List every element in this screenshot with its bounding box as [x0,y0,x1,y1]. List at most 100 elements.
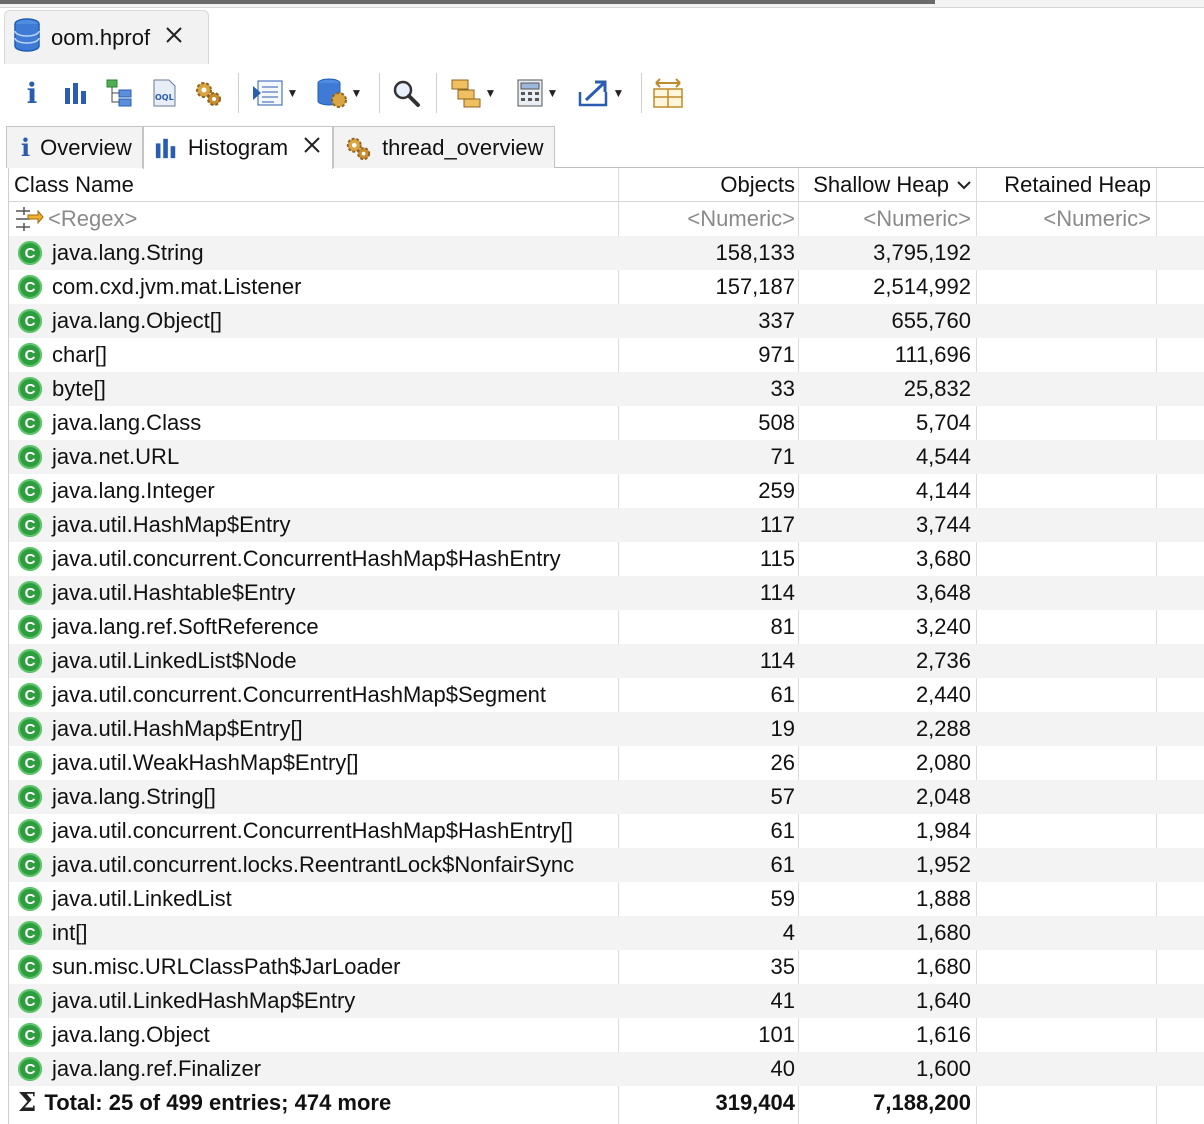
tab-histogram[interactable]: Histogram [142,126,334,169]
oql-button[interactable]: OQL [146,73,182,113]
toolbar-separator [238,73,239,113]
run-report-button[interactable]: ▼ [247,73,303,113]
header-shallow-heap[interactable]: Shallow Heap [799,168,975,202]
table-row[interactable]: Cjava.lang.Class 508 5,704 [9,406,1204,440]
objects-cell: 19 [770,716,795,741]
tab-overview[interactable]: i Overview [6,126,143,168]
retained-heap-cell [975,644,1155,678]
class-name-cell: Cjava.util.WeakHashMap$Entry[] [9,746,619,780]
retained-heap-cell [975,304,1155,338]
class-name-cell: Csun.misc.URLClassPath$JarLoader [9,950,619,984]
chevron-down-icon[interactable]: ▼ [613,86,625,100]
retained-heap-cell [975,916,1155,950]
search-icon [393,80,420,107]
retained-heap-cell [975,1018,1155,1052]
class-icon: C [18,411,42,435]
dominator-tree-button[interactable] [102,73,138,113]
filter-objects[interactable]: <Numeric> [619,202,799,236]
query-browser-button[interactable]: ▼ [311,73,367,113]
retained-heap-cell [975,236,1155,270]
table-row[interactable]: Cjava.util.WeakHashMap$Entry[] 26 2,080 [9,746,1204,780]
svg-text:OQL: OQL [155,93,174,102]
objects-cell: 59 [770,886,795,911]
table-row[interactable]: Cjava.lang.ref.Finalizer 40 1,600 [9,1052,1204,1086]
class-name: java.net.URL [52,444,180,469]
table-row[interactable]: Cjava.util.concurrent.ConcurrentHashMap$… [9,678,1204,712]
editor-tab-oom-hprof[interactable]: oom.hprof [4,10,209,64]
class-name: java.util.concurrent.ConcurrentHashMap$H… [52,546,561,571]
table-row[interactable]: Cint[] 4 1,680 [9,916,1204,950]
objects-cell: 101 [758,1022,795,1047]
table-row[interactable]: Cjava.net.URL 71 4,544 [9,440,1204,474]
retained-heap-cell [975,610,1155,644]
table-row[interactable]: Csun.misc.URLClassPath$JarLoader 35 1,680 [9,950,1204,984]
table-row[interactable]: Cjava.util.HashMap$Entry[] 19 2,288 [9,712,1204,746]
filter-class-name[interactable]: <Regex> [9,202,619,236]
dominator-tree-icon [106,79,132,107]
close-icon[interactable] [164,25,184,50]
heap-dump-overview-button[interactable] [190,73,226,113]
header-class-name[interactable]: Class Name [9,168,619,202]
objects-cell: 33 [770,376,795,401]
table-row[interactable]: Cjava.util.LinkedList$Node 114 2,736 [9,644,1204,678]
chevron-down-icon[interactable]: ▼ [547,86,559,100]
objects-cell: 61 [770,682,795,707]
histogram-table[interactable]: Class Name Objects Shallow Heap Retained… [8,168,1204,1124]
table-row[interactable]: Cjava.util.Hashtable$Entry 114 3,648 [9,576,1204,610]
objects-cell: 971 [758,342,795,367]
table-row[interactable]: Cjava.util.LinkedHashMap$Entry 41 1,640 [9,984,1204,1018]
table-row[interactable]: Cjava.util.HashMap$Entry 117 3,744 [9,508,1204,542]
objects-cell: 114 [759,648,795,673]
table-row[interactable]: Cjava.lang.ref.SoftReference 81 3,240 [9,610,1204,644]
chevron-down-icon[interactable]: ▼ [485,86,497,100]
calculate-retained-button[interactable]: ▼ [509,73,565,113]
close-icon[interactable] [302,135,322,161]
chevron-down-icon[interactable]: ▼ [287,86,299,100]
table-row[interactable]: Cjava.lang.Integer 259 4,144 [9,474,1204,508]
histogram-button[interactable] [58,73,94,113]
table-row[interactable]: Cjava.lang.String 158,133 3,795,192 [9,236,1204,270]
table-row[interactable]: Ccom.cxd.jvm.mat.Listener 157,187 2,514,99… [9,270,1204,304]
table-row[interactable]: Cjava.util.LinkedList 59 1,888 [9,882,1204,916]
tab-thread-overview[interactable]: thread_overview [333,126,555,168]
total-row[interactable]: Σ Total: 25 of 499 entries; 474 more 319… [9,1086,1204,1120]
class-icon: C [18,547,42,571]
class-name-cell: Cjava.lang.String [9,236,619,270]
table-row[interactable]: Cjava.lang.Object[] 337 655,760 [9,304,1204,338]
group-by-button[interactable]: ▼ [445,73,501,113]
export-icon [578,80,607,107]
class-name: java.lang.String [52,240,204,265]
info-button[interactable]: i [14,73,50,113]
shallow-heap-cell: 25,832 [903,376,971,401]
table-row[interactable]: Cjava.util.concurrent.ConcurrentHashMap$… [9,542,1204,576]
header-retained-heap[interactable]: Retained Heap [975,168,1155,202]
objects-cell: 508 [758,410,795,435]
filter-retained-heap[interactable]: <Numeric> [975,202,1155,236]
shallow-heap-cell: 4,544 [915,444,971,469]
objects-cell: 40 [770,1056,795,1081]
table-row[interactable]: Cjava.util.concurrent.ConcurrentHashMap$… [9,814,1204,848]
table-row[interactable]: Cbyte[] 33 25,832 [9,372,1204,406]
table-row[interactable]: Cjava.util.concurrent.locks.ReentrantLoc… [9,848,1204,882]
shallow-heap-cell: 2,440 [915,682,971,707]
class-icon: C [18,1057,42,1081]
database-gear-icon [317,78,347,108]
table-row[interactable]: Cjava.lang.Object 101 1,616 [9,1018,1204,1052]
class-icon: C [18,989,42,1013]
adjust-columns-button[interactable] [650,73,686,113]
shallow-heap-cell: 1,952 [915,852,971,877]
export-button[interactable]: ▼ [573,73,629,113]
chevron-down-icon[interactable]: ▼ [351,86,363,100]
find-object-button[interactable] [388,73,424,113]
class-name-cell: Cjava.lang.ref.SoftReference [9,610,619,644]
table-row[interactable]: Cjava.lang.String[] 57 2,048 [9,780,1204,814]
class-name: java.lang.Integer [52,478,215,503]
filter-icon [16,207,44,231]
class-icon: C [18,445,42,469]
header-objects[interactable]: Objects [619,168,799,202]
sum-icon: Σ [18,1088,37,1118]
shallow-heap-cell: 5,704 [915,410,971,435]
table-row[interactable]: Cchar[] 971 111,696 [9,338,1204,372]
class-icon: C [18,241,42,265]
filter-shallow-heap[interactable]: <Numeric> [799,202,975,236]
